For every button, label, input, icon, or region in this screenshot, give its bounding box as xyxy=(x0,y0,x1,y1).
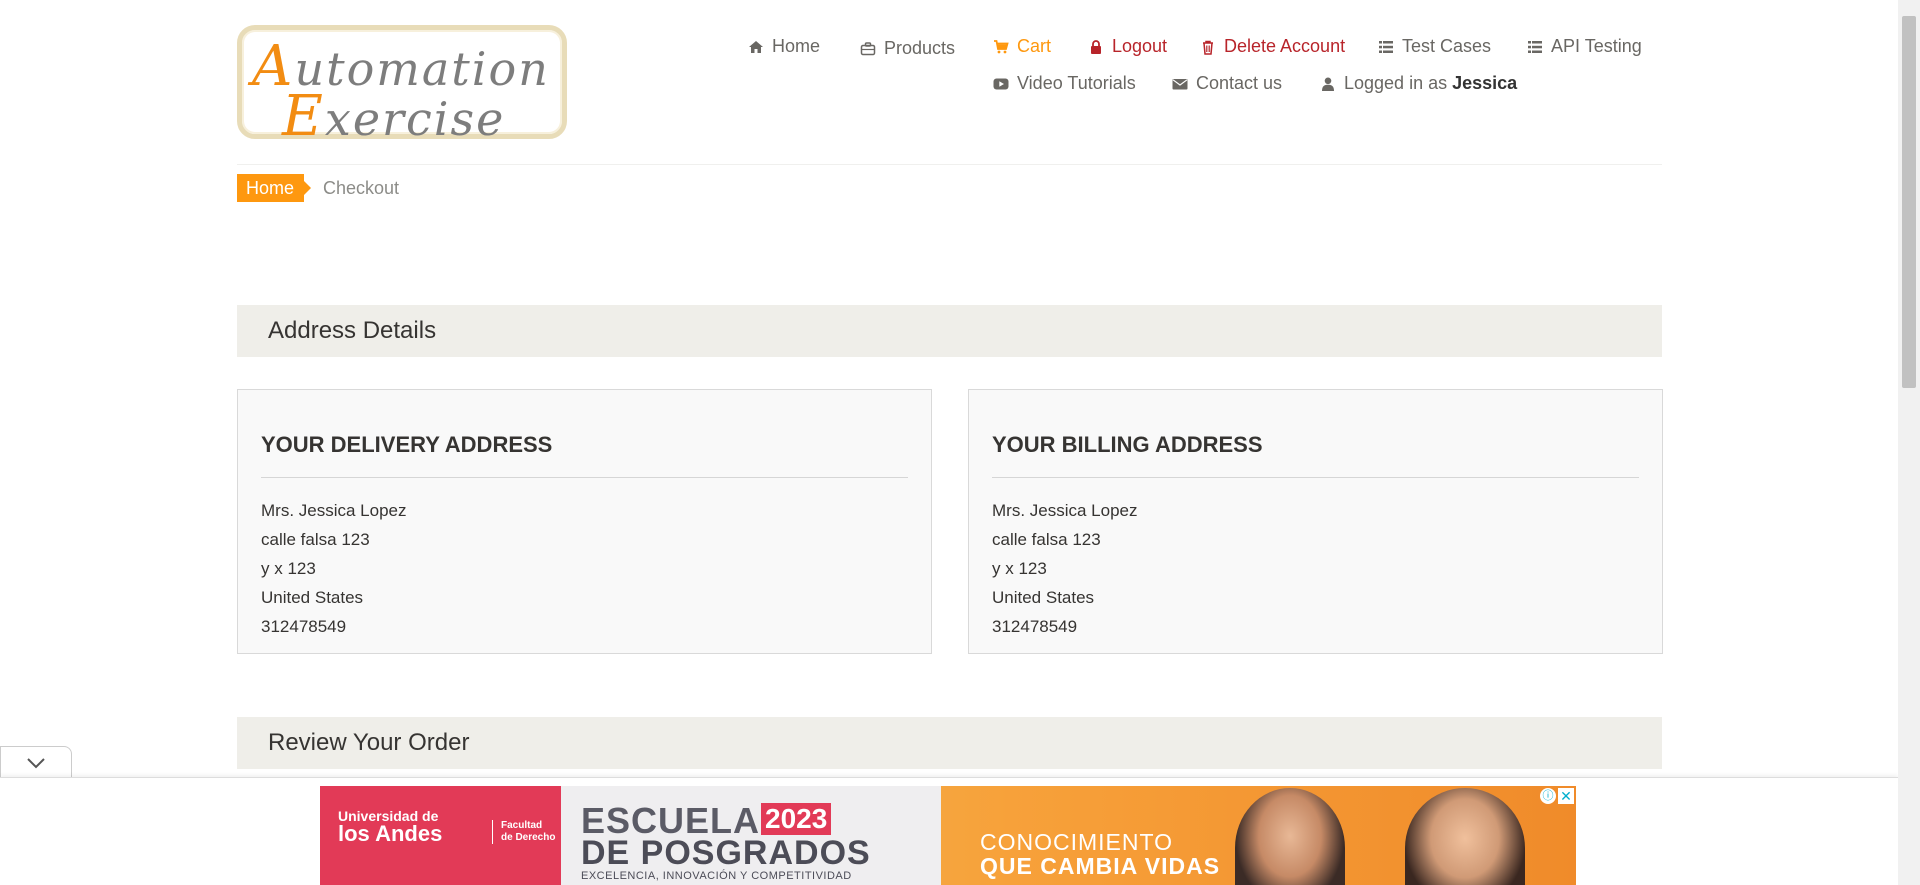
ad-university-panel: Universidad de los Andes Facultad de Der… xyxy=(320,786,561,885)
delivery-address-divider xyxy=(261,477,908,478)
logged-in-username: Jessica xyxy=(1452,73,1518,93)
scrollbar-thumb[interactable] xyxy=(1902,16,1916,388)
ad-school-panel: ESCUELA 2023 DE POSGRADOS EXCELENCIA, IN… xyxy=(561,786,941,885)
ad-postgrad-title: DE POSGRADOS xyxy=(581,834,871,872)
ad-collapse-toggle[interactable] xyxy=(0,746,72,778)
breadcrumb-current: Checkout xyxy=(323,178,400,198)
ad-close-icon[interactable]: ✕ xyxy=(1558,788,1574,804)
delivery-phone: 312478549 xyxy=(261,617,347,636)
nav-cart[interactable]: Cart xyxy=(993,36,1051,57)
ad-university-name: Universidad de los Andes xyxy=(338,808,443,846)
ad-banner[interactable]: Universidad de los Andes Facultad de Der… xyxy=(320,786,1576,885)
address-details-header: Address Details xyxy=(237,305,1662,357)
nav-api-testing[interactable]: API Testing xyxy=(1527,36,1642,57)
nav-home[interactable]: Home xyxy=(748,36,820,57)
nav-logged-in-as[interactable]: Logged in as Jessica xyxy=(1320,73,1517,94)
delivery-address-lines: Mrs. Jessica Lopez calle falsa 123 y x 1… xyxy=(261,496,407,641)
header-divider xyxy=(237,164,1662,165)
billing-address-heading: YOUR BILLING ADDRESS xyxy=(992,432,1263,457)
delivery-name: Mrs. Jessica Lopez xyxy=(261,501,407,520)
nav-delete-account[interactable]: Delete Account xyxy=(1200,36,1345,57)
delivery-address1: calle falsa 123 xyxy=(261,530,370,549)
chevron-down-icon xyxy=(27,757,45,768)
delivery-country: United States xyxy=(261,588,364,607)
lock-icon xyxy=(1091,39,1101,54)
ad-slogan: CONOCIMIENTO QUE CAMBIA VIDAS xyxy=(980,829,1221,879)
nav-video-tutorials[interactable]: Video Tutorials xyxy=(993,73,1136,94)
page: Automation Exercise Home Products Cart L… xyxy=(0,0,1898,885)
nav-test-cases[interactable]: Test Cases xyxy=(1378,36,1491,57)
billing-address-divider xyxy=(992,477,1639,478)
ad-year-badge: 2023 xyxy=(761,803,832,835)
list-icon xyxy=(1528,40,1542,53)
billing-name: Mrs. Jessica Lopez xyxy=(992,501,1138,520)
ad-banner-strip: Universidad de los Andes Facultad de Der… xyxy=(0,777,1898,885)
billing-address-box: YOUR BILLING ADDRESS Mrs. Jessica Lopez … xyxy=(968,389,1663,654)
trash-icon xyxy=(1203,40,1213,55)
user-icon xyxy=(1322,77,1334,91)
briefcase-icon xyxy=(860,41,876,55)
delivery-address-box: YOUR DELIVERY ADDRESS Mrs. Jessica Lopez… xyxy=(237,389,932,654)
nav-logout[interactable]: Logout xyxy=(1088,36,1167,57)
logo-line-2: Exercise xyxy=(282,84,506,149)
home-icon xyxy=(749,40,763,53)
list-icon xyxy=(1379,40,1393,53)
video-icon xyxy=(993,78,1009,89)
ad-person-image xyxy=(1405,788,1525,885)
logged-in-label: Logged in as Jessica xyxy=(1344,73,1518,93)
delivery-address-heading: YOUR DELIVERY ADDRESS xyxy=(261,432,553,457)
ad-faculty-name: Facultad de Derecho xyxy=(492,820,555,844)
ad-person-image xyxy=(1235,788,1345,885)
site-logo[interactable]: Automation Exercise xyxy=(237,25,567,149)
ad-tagline: EXCELENCIA, INNOVACIÓN Y COMPETITIVIDAD xyxy=(581,870,852,882)
cart-icon xyxy=(994,39,1009,53)
review-order-title: Review Your Order xyxy=(268,729,470,756)
billing-phone: 312478549 xyxy=(992,617,1078,636)
billing-address-lines: Mrs. Jessica Lopez calle falsa 123 y x 1… xyxy=(992,496,1138,641)
billing-address1: calle falsa 123 xyxy=(992,530,1101,549)
envelope-icon xyxy=(1172,78,1188,89)
address-details-title: Address Details xyxy=(268,317,437,344)
billing-address2: y x 123 xyxy=(992,559,1047,578)
ad-info-icon[interactable]: ⓘ xyxy=(1540,788,1556,804)
nav-products[interactable]: Products xyxy=(860,38,955,59)
billing-country: United States xyxy=(992,588,1095,607)
breadcrumb-home[interactable]: Home xyxy=(237,174,312,202)
nav-contact-us[interactable]: Contact us xyxy=(1172,73,1282,94)
review-order-header: Review Your Order xyxy=(237,717,1662,769)
page-scrollbar[interactable] xyxy=(1898,0,1920,885)
delivery-address2: y x 123 xyxy=(261,559,316,578)
